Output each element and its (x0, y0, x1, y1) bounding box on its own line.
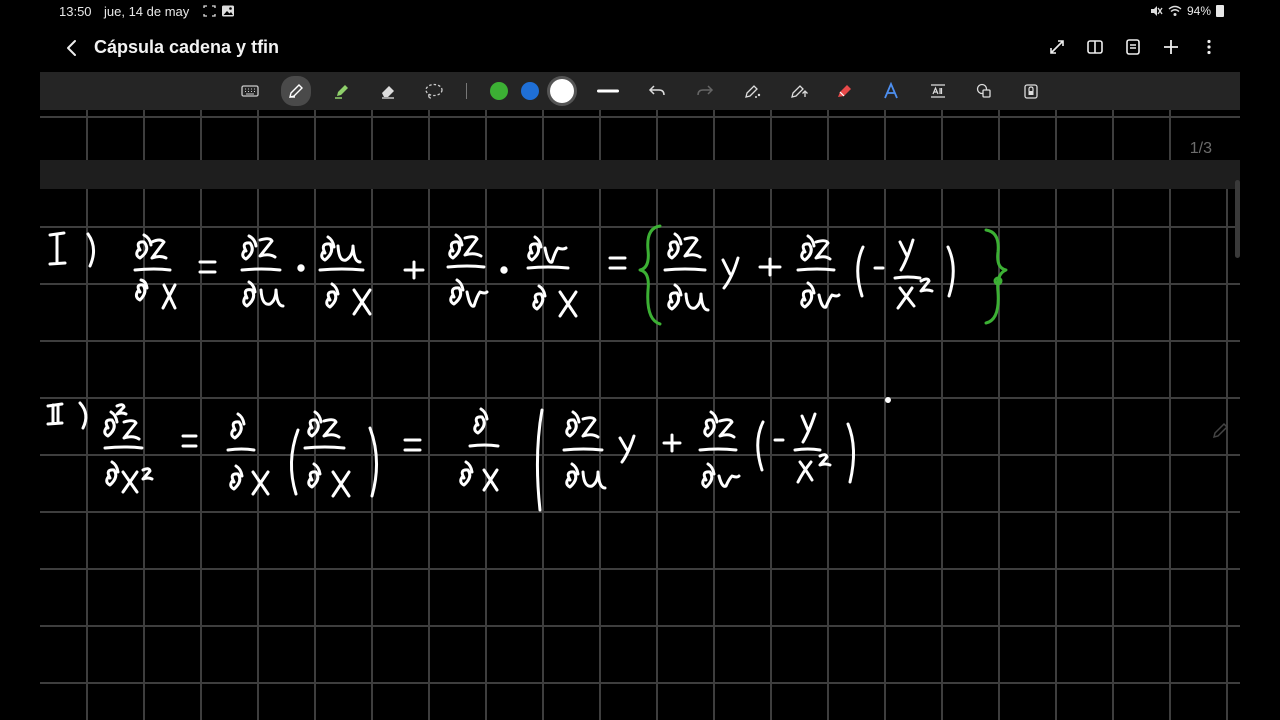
status-date: jue, 14 de may (104, 4, 190, 19)
color-swatch-green[interactable] (490, 82, 508, 100)
undo-icon (648, 85, 665, 96)
redo-icon (697, 85, 714, 96)
screen-record-icon (203, 5, 216, 17)
eraser-tool[interactable] (375, 79, 401, 103)
more-options-button[interactable] (1198, 36, 1220, 58)
shapes-button[interactable] (971, 79, 997, 103)
pen-up-icon (791, 85, 808, 98)
top-actions (1046, 36, 1220, 58)
toolbar-divider (466, 83, 467, 99)
lasso-icon (425, 83, 443, 99)
note-canvas[interactable]: 1/3 (40, 110, 1240, 720)
redo-button[interactable] (692, 79, 718, 103)
battery-percent: 94% (1186, 4, 1211, 18)
book-icon (1087, 40, 1103, 54)
stroke-width-tool[interactable] (595, 79, 621, 103)
color-swatch-white[interactable] (550, 79, 574, 103)
lock-button[interactable] (1018, 79, 1044, 103)
text-box-icon (931, 84, 945, 98)
highlighter-tool[interactable] (329, 79, 355, 103)
title-bar: Cápsula cadena y tfin (0, 28, 1280, 68)
fullscreen-button[interactable] (1046, 36, 1068, 58)
keyboard-icon (241, 85, 259, 97)
pen-up-button[interactable] (786, 79, 812, 103)
text-box-button[interactable] (925, 79, 951, 103)
marker-icon (838, 85, 851, 97)
mute-icon (1150, 6, 1163, 16)
document-title: Cápsula cadena y tfin (94, 37, 280, 57)
page-list-button[interactable] (1122, 36, 1144, 58)
battery-icon (1216, 5, 1224, 17)
back-button[interactable] (60, 36, 84, 60)
eraser-icon (382, 86, 394, 99)
chevron-left-icon (67, 40, 76, 56)
status-right-group: 94% (1149, 4, 1224, 18)
pen-tool[interactable] (281, 76, 311, 106)
expand-icon (1050, 40, 1064, 54)
pen-icon (289, 84, 303, 98)
status-time: 13:50 (59, 4, 92, 19)
undo-button[interactable] (644, 79, 670, 103)
text-style-button[interactable] (878, 79, 904, 103)
book-view-button[interactable] (1084, 36, 1106, 58)
more-vertical-icon (1207, 39, 1211, 55)
status-notification-icons (201, 3, 237, 24)
handwriting-ink (46, 224, 1008, 512)
status-bar: 13:50 jue, 14 de may 94% (0, 0, 1280, 24)
lasso-tool[interactable] (421, 79, 447, 103)
pen-settings-icon (745, 85, 761, 98)
shapes-icon (976, 83, 991, 98)
color-swatch-blue[interactable] (521, 82, 539, 100)
list-icon (1126, 39, 1140, 55)
wifi-icon (1168, 5, 1182, 16)
lock-icon (1024, 84, 1038, 99)
plus-icon (1164, 40, 1178, 54)
drawing-toolbar (40, 72, 1240, 110)
gallery-icon (222, 5, 234, 17)
keyboard-tool[interactable] (237, 79, 263, 103)
stroke-width-icon (597, 89, 619, 93)
add-page-button[interactable] (1160, 36, 1182, 58)
pen-settings-button[interactable] (740, 79, 766, 103)
highlighter-icon (335, 85, 348, 99)
marker-button[interactable] (832, 79, 858, 103)
text-style-icon (884, 82, 898, 99)
handwriting-line-2 (46, 397, 891, 512)
handwriting-line-1 (48, 231, 955, 318)
